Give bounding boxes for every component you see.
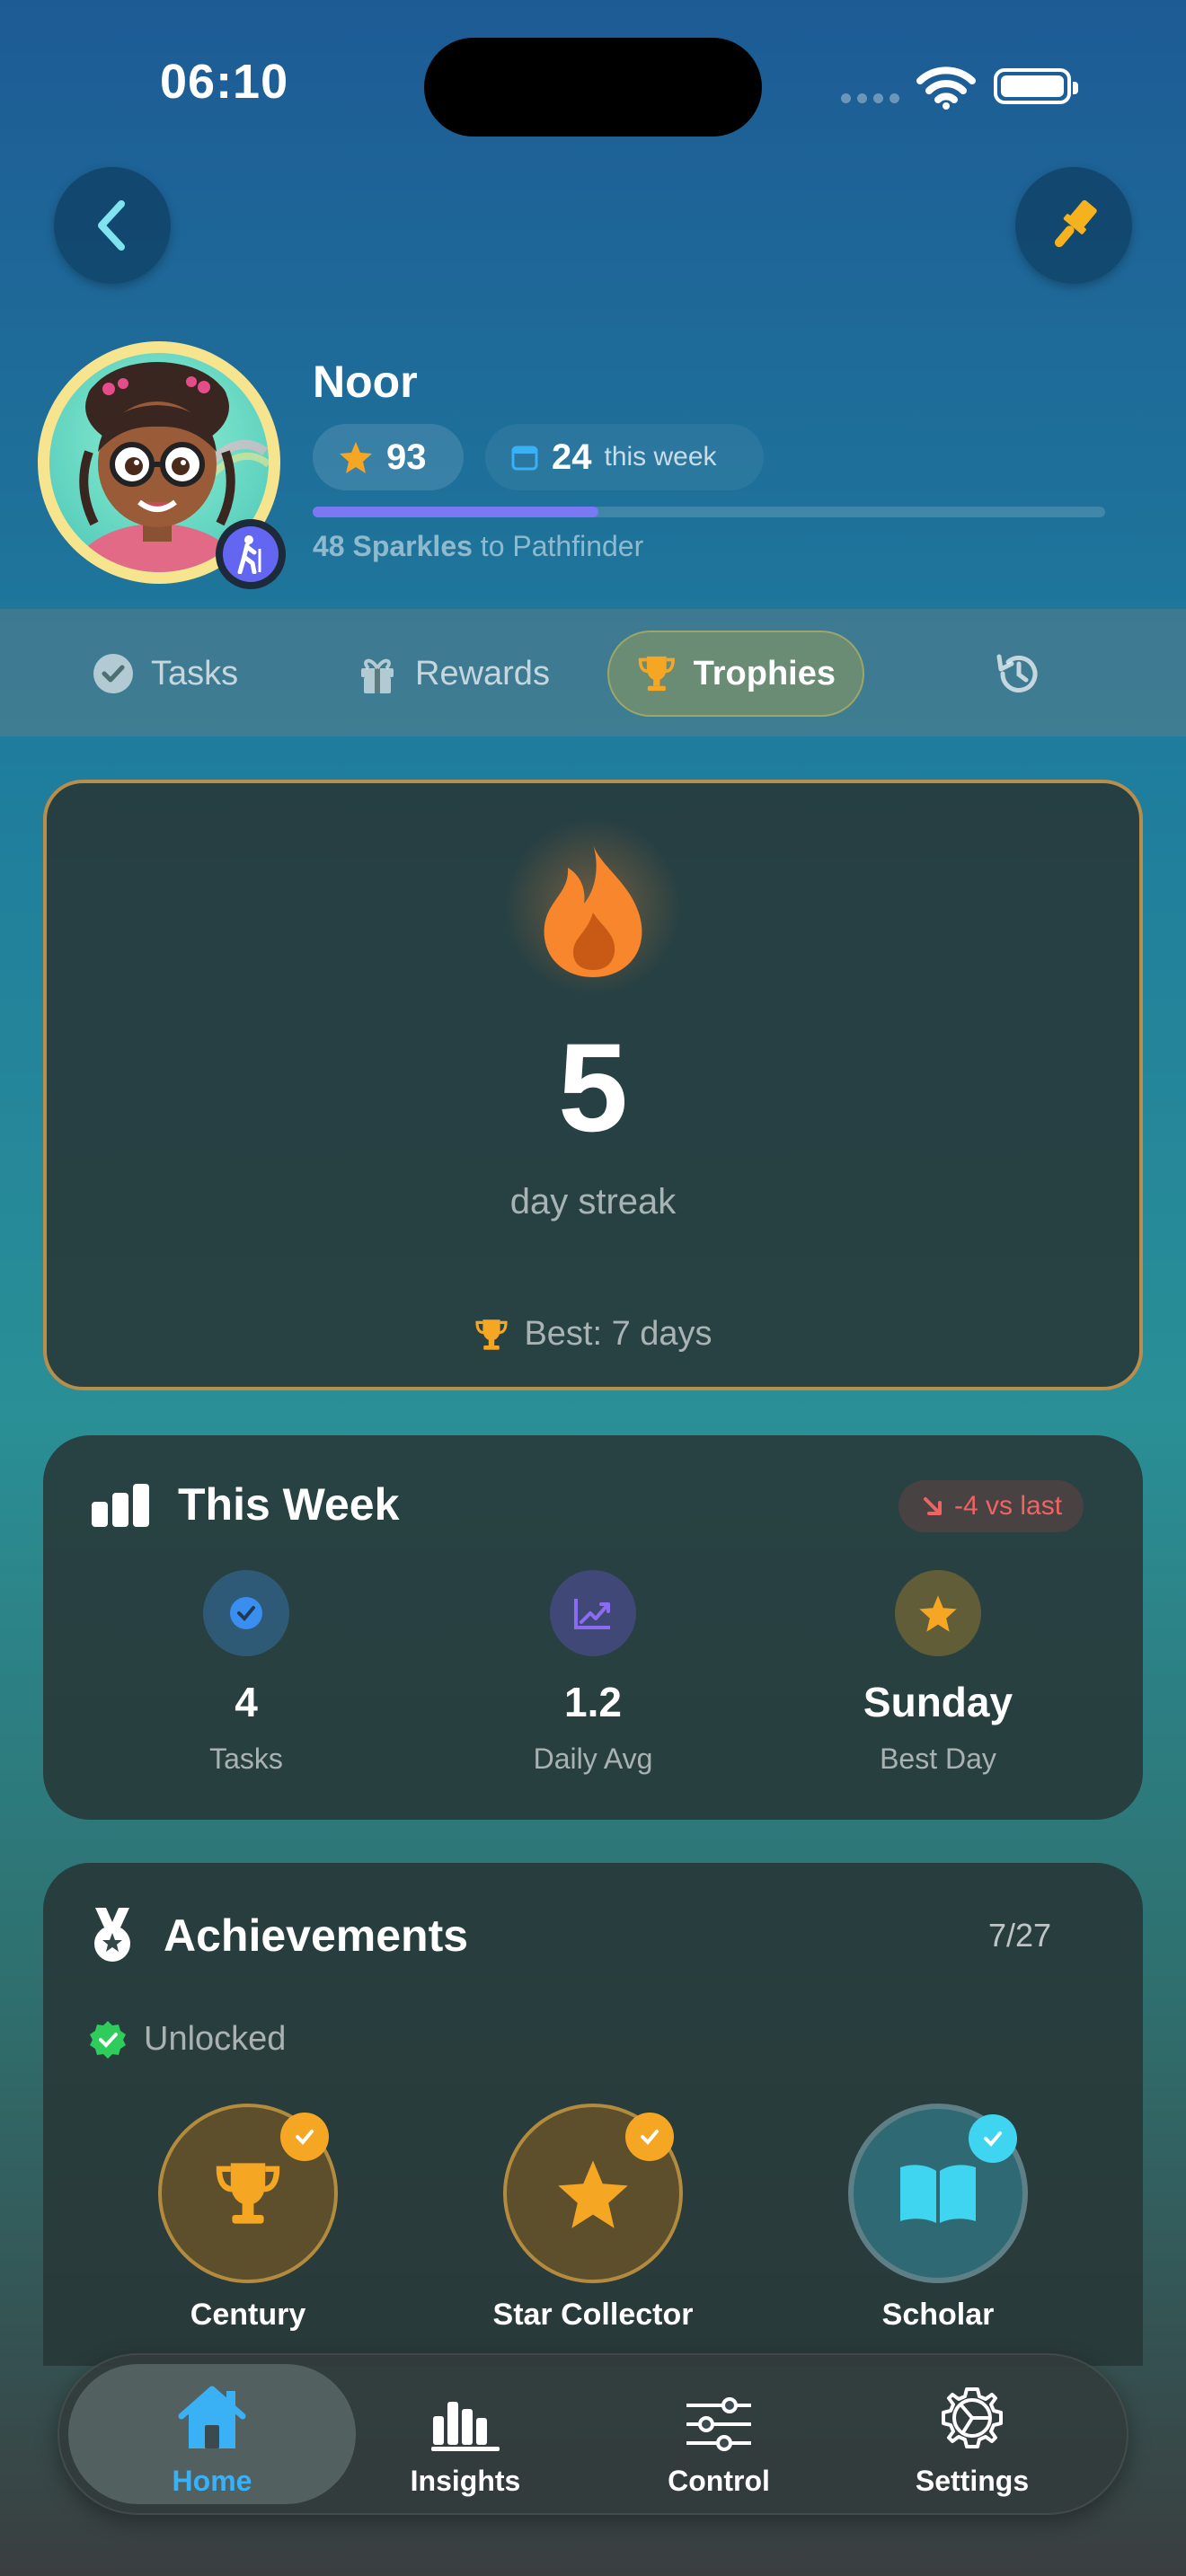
- nav-control-label: Control: [668, 2465, 770, 2497]
- achievement-century[interactable]: [158, 2104, 338, 2283]
- week-delta-badge: -4 vs last: [898, 1480, 1084, 1532]
- gear-icon: [942, 2387, 1003, 2448]
- sparkles-amount: 48 Sparkles: [313, 530, 473, 562]
- arrow-down-right-icon: [924, 1497, 942, 1515]
- history-icon: [996, 654, 1038, 693]
- back-button[interactable]: [54, 167, 171, 284]
- unlocked-label: Unlocked: [144, 2019, 287, 2058]
- achievement-scholar-label: Scholar: [881, 2298, 995, 2332]
- star-icon: [558, 2160, 628, 2228]
- weekly-count: 24: [552, 437, 592, 477]
- star-icon: [919, 1595, 957, 1632]
- trophy-icon: [216, 2163, 280, 2224]
- best-streak: Best: 7 days: [0, 1315, 1186, 1354]
- stat-tasks-label: Tasks: [209, 1742, 283, 1775]
- nav-home-label: Home: [172, 2465, 252, 2497]
- streak-label: day streak: [509, 1182, 677, 1222]
- level-progress-fill: [313, 507, 598, 517]
- flame-icon: [544, 844, 642, 977]
- this-week-title: This Week: [178, 1479, 400, 1530]
- stars-count: 93: [386, 437, 427, 477]
- tab-history[interactable]: [992, 631, 1060, 717]
- check-circle-icon: [93, 654, 133, 693]
- nav-insights[interactable]: Insights: [331, 2380, 600, 2498]
- status-time: 06:10: [160, 55, 289, 109]
- home-icon: [178, 2386, 246, 2448]
- profile-name: Noor: [313, 357, 418, 407]
- tab-rewards-label: Rewards: [415, 654, 550, 693]
- cellular-signal-icon: [841, 93, 899, 103]
- achievements-title: Achievements: [164, 1910, 469, 1961]
- tab-tasks[interactable]: Tasks: [92, 631, 238, 717]
- star-icon: [340, 442, 372, 473]
- book-icon: [900, 2165, 976, 2223]
- achievement-star-collector[interactable]: [503, 2104, 683, 2283]
- achievements-count: 7/27: [988, 1917, 1052, 1954]
- achievement-star-collector-label: Star Collector: [492, 2298, 694, 2332]
- best-streak-label: Best: 7 days: [524, 1315, 712, 1353]
- weekly-label: this week: [604, 442, 717, 472]
- checkmark-icon: [280, 2113, 329, 2161]
- bar-chart-icon: [431, 2402, 500, 2451]
- nav-settings-label: Settings: [915, 2465, 1030, 2497]
- checkmark-icon: [625, 2113, 674, 2161]
- stat-best-day-label: Best Day: [880, 1742, 996, 1775]
- streak-value: 5: [558, 1017, 628, 1158]
- weekly-pill: 24 this week: [485, 424, 764, 490]
- check-badge-icon: [230, 1597, 262, 1629]
- tab-trophies[interactable]: Trophies: [607, 631, 864, 717]
- stat-best-day: Sunday Best Day: [803, 1570, 1073, 1776]
- theme-button[interactable]: [1015, 167, 1132, 284]
- stat-daily-avg: 1.2 Daily Avg: [458, 1570, 728, 1776]
- checkmark-icon: [969, 2114, 1017, 2163]
- battery-icon: [994, 68, 1078, 104]
- achievement-century-label: Century: [190, 2298, 306, 2332]
- trophy-icon: [638, 656, 675, 692]
- bar-chart-icon: [92, 1484, 149, 1527]
- week-delta-text: -4 vs last: [954, 1491, 1063, 1521]
- dynamic-island: [424, 38, 762, 137]
- tab-rewards[interactable]: Rewards: [356, 631, 550, 717]
- level-progress-bar: [313, 507, 1105, 517]
- achievement-scholar[interactable]: [848, 2104, 1028, 2283]
- nav-insights-label: Insights: [410, 2465, 521, 2497]
- stat-daily-avg-label: Daily Avg: [533, 1742, 653, 1775]
- trend-chart-icon: [574, 1599, 610, 1629]
- level-badge: [216, 519, 286, 589]
- calendar-icon: [511, 446, 538, 471]
- sparkles-to-next-level: 48 Sparkles to Pathfinder: [313, 530, 643, 563]
- nav-home[interactable]: Home: [77, 2380, 347, 2498]
- stat-tasks-value: 4: [235, 1679, 258, 1725]
- hiker-icon: [237, 535, 261, 574]
- sliders-icon: [686, 2397, 751, 2451]
- medal-icon: [94, 1908, 130, 1962]
- chevron-left-icon: [98, 200, 125, 251]
- tab-trophies-label: Trophies: [693, 654, 836, 693]
- stat-daily-avg-value: 1.2: [564, 1679, 622, 1725]
- unlocked-section-header: Unlocked: [88, 2019, 286, 2059]
- trophy-icon: [475, 1319, 509, 1350]
- stat-tasks: 4 Tasks: [111, 1570, 381, 1776]
- stat-best-day-value: Sunday: [863, 1679, 1013, 1725]
- nav-settings[interactable]: Settings: [837, 2380, 1107, 2498]
- tab-tasks-label: Tasks: [151, 654, 239, 693]
- verified-badge-icon: [90, 2021, 126, 2059]
- wifi-icon: [916, 66, 976, 110]
- gift-icon: [361, 658, 394, 693]
- stars-pill: 93: [313, 424, 464, 490]
- nav-control[interactable]: Control: [584, 2380, 854, 2498]
- paintbrush-icon: [1054, 199, 1097, 248]
- sparkles-target: to Pathfinder: [480, 530, 644, 562]
